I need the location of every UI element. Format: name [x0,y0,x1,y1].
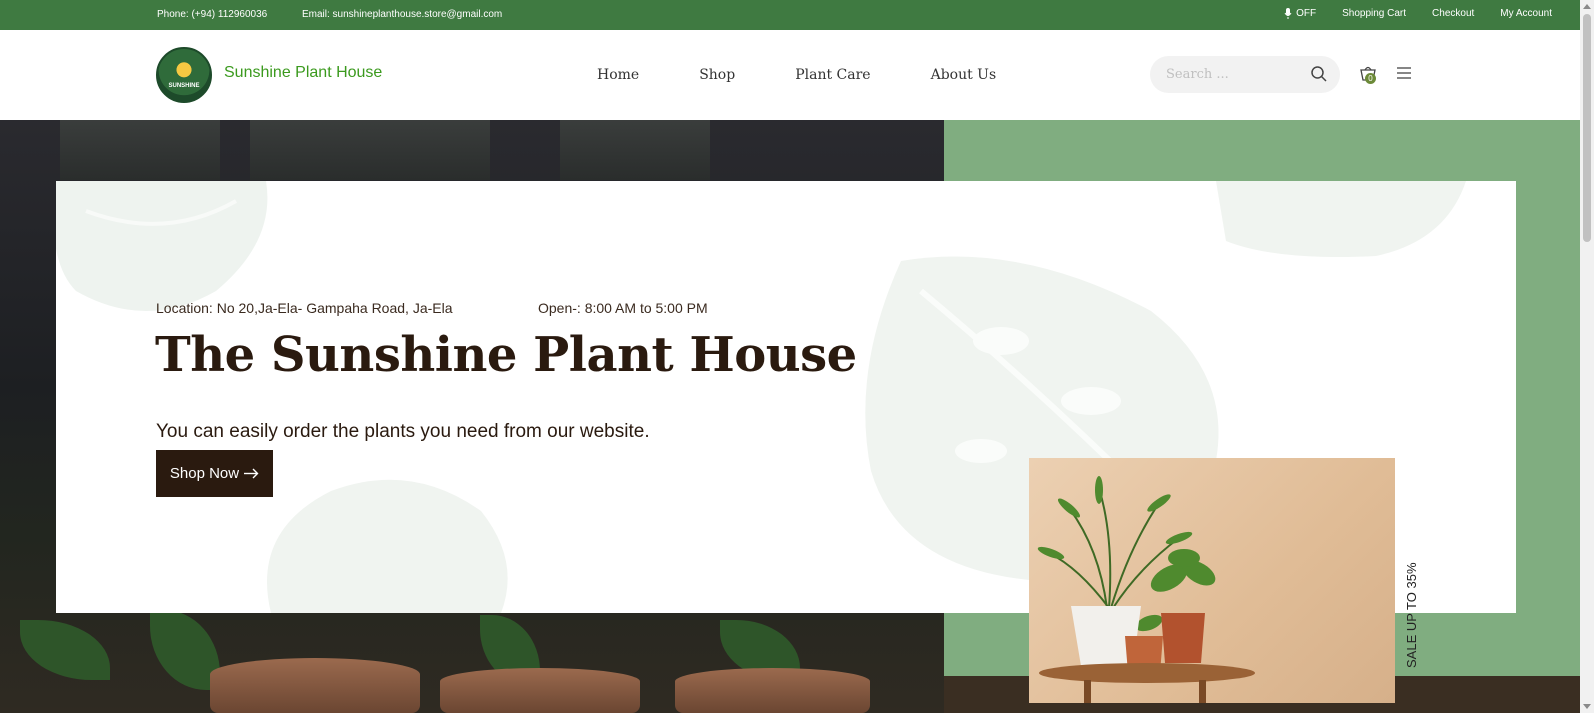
nav-about-us[interactable]: About Us [931,67,997,83]
scroll-up-icon[interactable] [1583,4,1591,9]
site-header: SUNSHINE Sunshine Plant House Home Shop … [0,30,1580,120]
microphone-icon [1284,8,1292,19]
window-frame [60,120,220,180]
cart-count-badge: 0 [1365,73,1376,84]
my-account-link[interactable]: My Account [1500,8,1552,19]
window-frame [560,120,710,180]
shop-now-button[interactable]: Shop Now [156,450,273,497]
leaf-watermark-icon [267,479,508,613]
search-icon[interactable] [1310,65,1328,83]
brand-name[interactable]: Sunshine Plant House [224,64,382,82]
scroll-down-icon[interactable] [1583,704,1591,709]
voice-toggle[interactable]: OFF [1284,8,1316,19]
plant-pot [210,658,420,713]
plant-leaf [20,620,110,680]
page-scrollbar[interactable] [1580,0,1594,713]
top-links: OFF Shopping Cart Checkout My Account [1284,8,1552,19]
menu-icon[interactable] [1396,66,1412,80]
voice-status: OFF [1296,8,1317,19]
logo-text: SUNSHINE [168,83,200,89]
shopping-cart-link[interactable]: Shopping Cart [1342,8,1406,19]
opening-hours: Open-: 8:00 AM to 5:00 PM [538,300,708,316]
nav-shop[interactable]: Shop [699,67,735,83]
hero-title: The Sunshine Plant House [155,327,857,383]
leaf-watermark-icon [1216,181,1466,257]
logo[interactable]: SUNSHINE [156,47,212,103]
email-address: Email: sunshineplanthouse.store@gmail.co… [302,9,503,20]
plant-pot [675,668,870,713]
scrollbar-thumb[interactable] [1583,14,1591,242]
nav-home[interactable]: Home [597,67,639,83]
shop-now-label: Shop Now [169,465,240,482]
arrow-right-icon [244,468,259,479]
nav-plant-care[interactable]: Plant Care [795,67,870,83]
sale-badge-text: SALE UP TO 35% [1404,562,1419,668]
plant-pot [440,668,640,713]
top-bar: Phone: (+94) 112960036 Email: sunshinepl… [0,0,1580,30]
product-photo[interactable] [1029,458,1395,703]
window-frame [250,120,490,180]
hero-subtitle: You can easily order the plants you need… [156,421,650,442]
store-location: Location: No 20,Ja-Ela- Gampaha Road, Ja… [156,300,453,316]
checkout-link[interactable]: Checkout [1432,8,1474,19]
main-nav: Home Shop Plant Care About Us [597,67,1056,83]
potted-plants-illustration [1037,476,1255,703]
phone-number: Phone: (+94) 112960036 [157,9,268,20]
